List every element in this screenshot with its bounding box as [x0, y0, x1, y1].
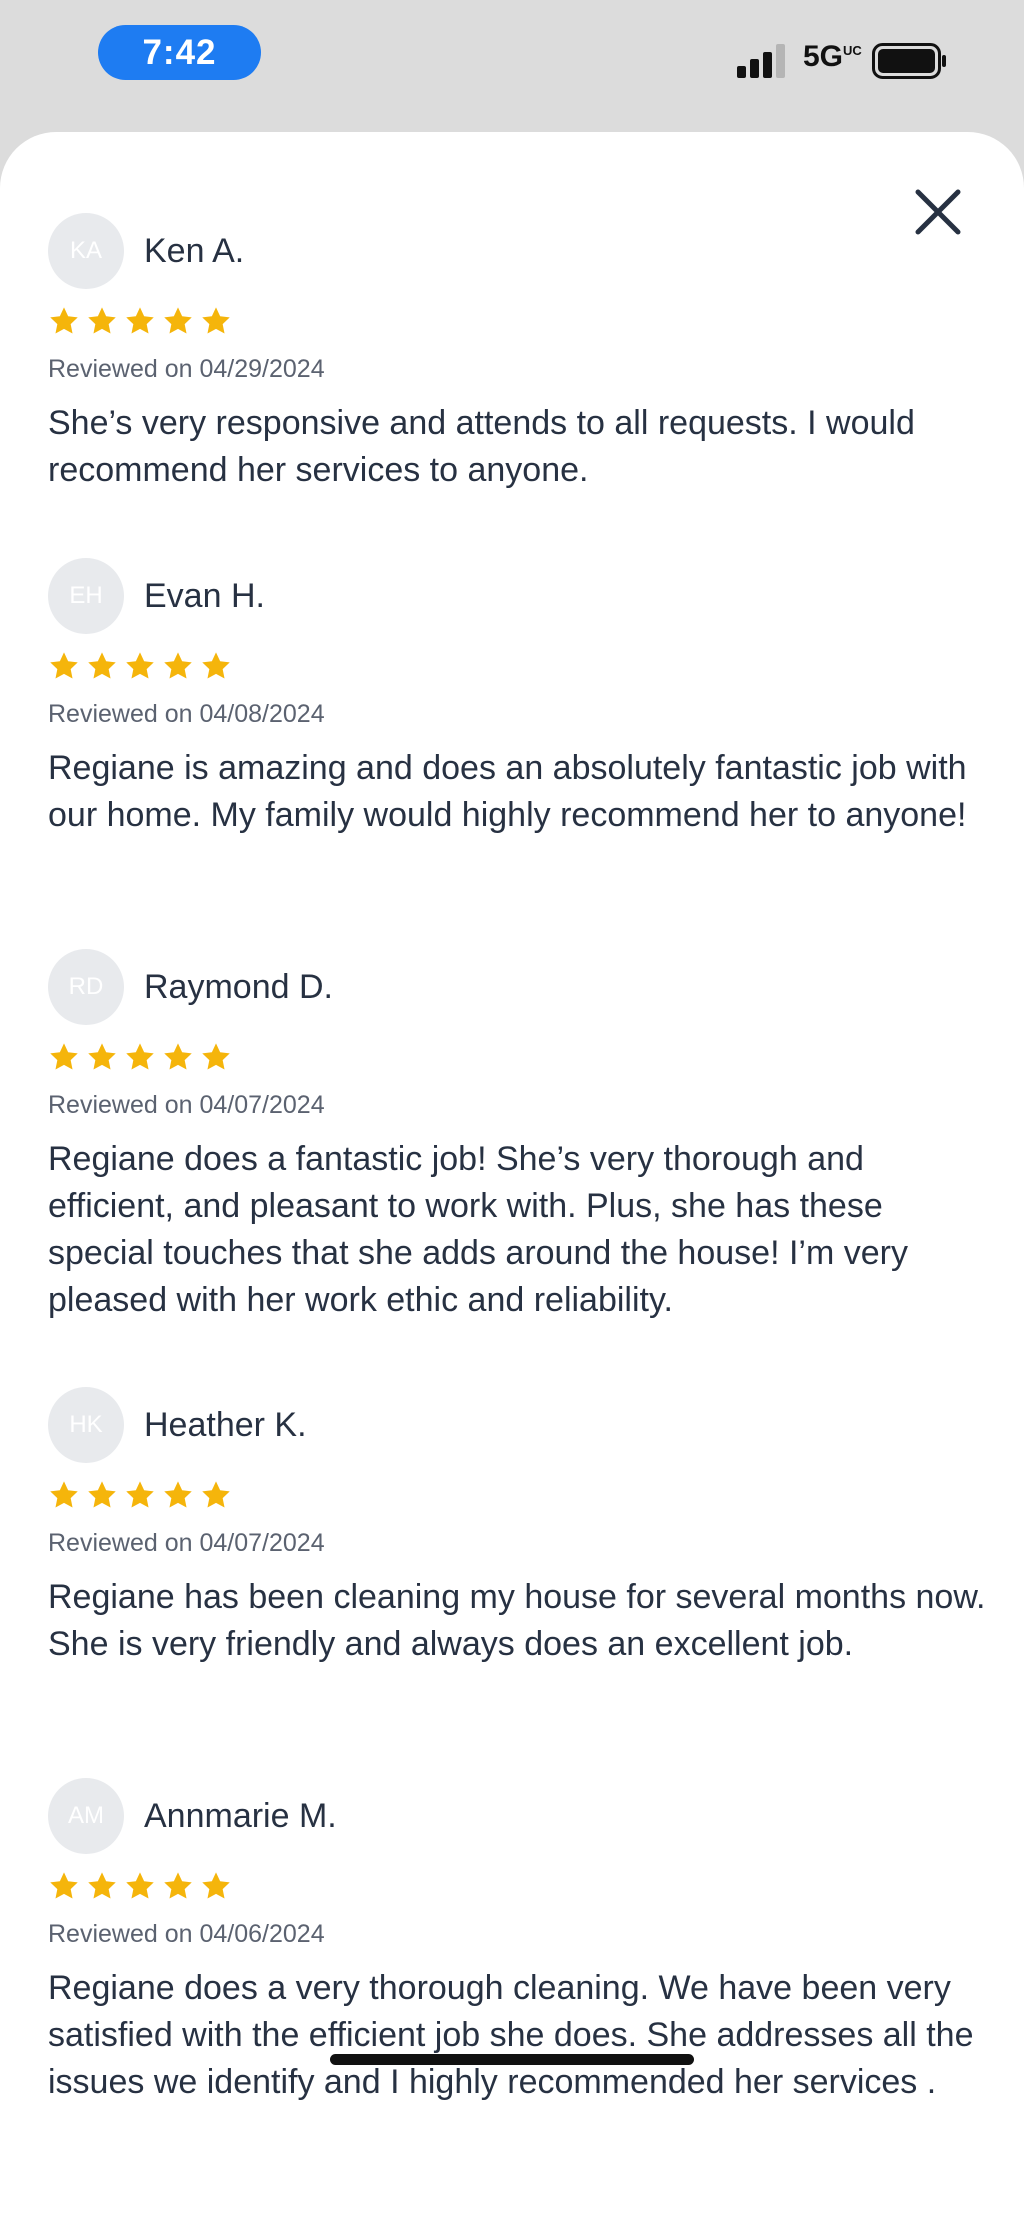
- reviewer-name: Evan H.: [144, 576, 265, 615]
- review-item: RD Raymond D. Reviewed on 04/07/2024 Reg…: [48, 949, 988, 1324]
- star-icon: [202, 1481, 230, 1508]
- star-icon: [50, 307, 78, 334]
- review-date: Reviewed on 04/07/2024: [48, 1529, 325, 1557]
- status-time: 7:42: [98, 25, 261, 80]
- avatar: KA: [48, 213, 124, 289]
- star-icon: [164, 307, 192, 334]
- avatar: EH: [48, 558, 124, 634]
- battery-icon: [872, 43, 946, 79]
- star-icon: [202, 307, 230, 334]
- star-icon: [88, 1872, 116, 1899]
- reviews-sheet: KA Ken A. Reviewed on 04/29/2024 She’s v…: [0, 132, 1024, 2215]
- star-icon: [164, 1481, 192, 1508]
- status-bar: 7:42 5GUC: [0, 0, 1024, 132]
- review-item: KA Ken A. Reviewed on 04/29/2024 She’s v…: [48, 213, 988, 494]
- star-rating: [48, 650, 988, 682]
- reviews-list[interactable]: KA Ken A. Reviewed on 04/29/2024 She’s v…: [0, 132, 1024, 2215]
- review-item: EH Evan H. Reviewed on 04/08/2024 Regian…: [48, 558, 988, 839]
- network-indicator: 5GUC: [803, 40, 862, 74]
- star-icon: [88, 1043, 116, 1070]
- star-icon: [50, 1481, 78, 1508]
- star-rating: [48, 1479, 988, 1511]
- star-icon: [88, 652, 116, 679]
- review-item: HK Heather K. Reviewed on 04/07/2024 Reg…: [48, 1387, 988, 1668]
- reviewer-name: Heather K.: [144, 1405, 307, 1444]
- review-date: Reviewed on 04/29/2024: [48, 355, 325, 383]
- star-icon: [50, 1872, 78, 1899]
- star-icon: [126, 652, 154, 679]
- review-text: Regiane has been cleaning my house for s…: [48, 1578, 986, 1663]
- star-rating: [48, 1870, 988, 1902]
- review-header: HK Heather K.: [48, 1387, 988, 1463]
- signal-icon: [737, 44, 785, 78]
- reviewer-name: Ken A.: [144, 231, 245, 270]
- reviewer-name: Annmarie M.: [144, 1796, 337, 1835]
- star-icon: [126, 307, 154, 334]
- review-date: Reviewed on 04/08/2024: [48, 700, 325, 728]
- avatar: AM: [48, 1778, 124, 1854]
- home-indicator[interactable]: [330, 2054, 694, 2065]
- close-icon[interactable]: [908, 182, 968, 242]
- star-rating: [48, 1041, 988, 1073]
- review-header: AM Annmarie M.: [48, 1778, 988, 1854]
- star-icon: [202, 1872, 230, 1899]
- star-icon: [164, 1043, 192, 1070]
- star-icon: [88, 1481, 116, 1508]
- review-header: RD Raymond D.: [48, 949, 988, 1025]
- star-icon: [126, 1043, 154, 1070]
- star-icon: [164, 1872, 192, 1899]
- star-rating: [48, 305, 988, 337]
- star-icon: [88, 307, 116, 334]
- star-icon: [50, 1043, 78, 1070]
- review-date: Reviewed on 04/07/2024: [48, 1091, 325, 1119]
- star-icon: [164, 652, 192, 679]
- review-header: EH Evan H.: [48, 558, 988, 634]
- review-text: Regiane is amazing and does an absolutel…: [48, 749, 967, 834]
- star-icon: [202, 652, 230, 679]
- avatar: RD: [48, 949, 124, 1025]
- review-header: KA Ken A.: [48, 213, 988, 289]
- avatar: HK: [48, 1387, 124, 1463]
- star-icon: [202, 1043, 230, 1070]
- star-icon: [126, 1872, 154, 1899]
- network-suffix: UC: [843, 43, 862, 58]
- star-icon: [50, 652, 78, 679]
- star-icon: [126, 1481, 154, 1508]
- reviewer-name: Raymond D.: [144, 967, 333, 1006]
- review-text: Regiane does a fantastic job! She’s very…: [48, 1140, 908, 1319]
- review-date: Reviewed on 04/06/2024: [48, 1920, 325, 1948]
- review-text: She’s very responsive and attends to all…: [48, 404, 915, 489]
- network-label: 5G: [803, 40, 844, 73]
- review-text: Regiane does a very thorough cleaning. W…: [48, 1969, 974, 2101]
